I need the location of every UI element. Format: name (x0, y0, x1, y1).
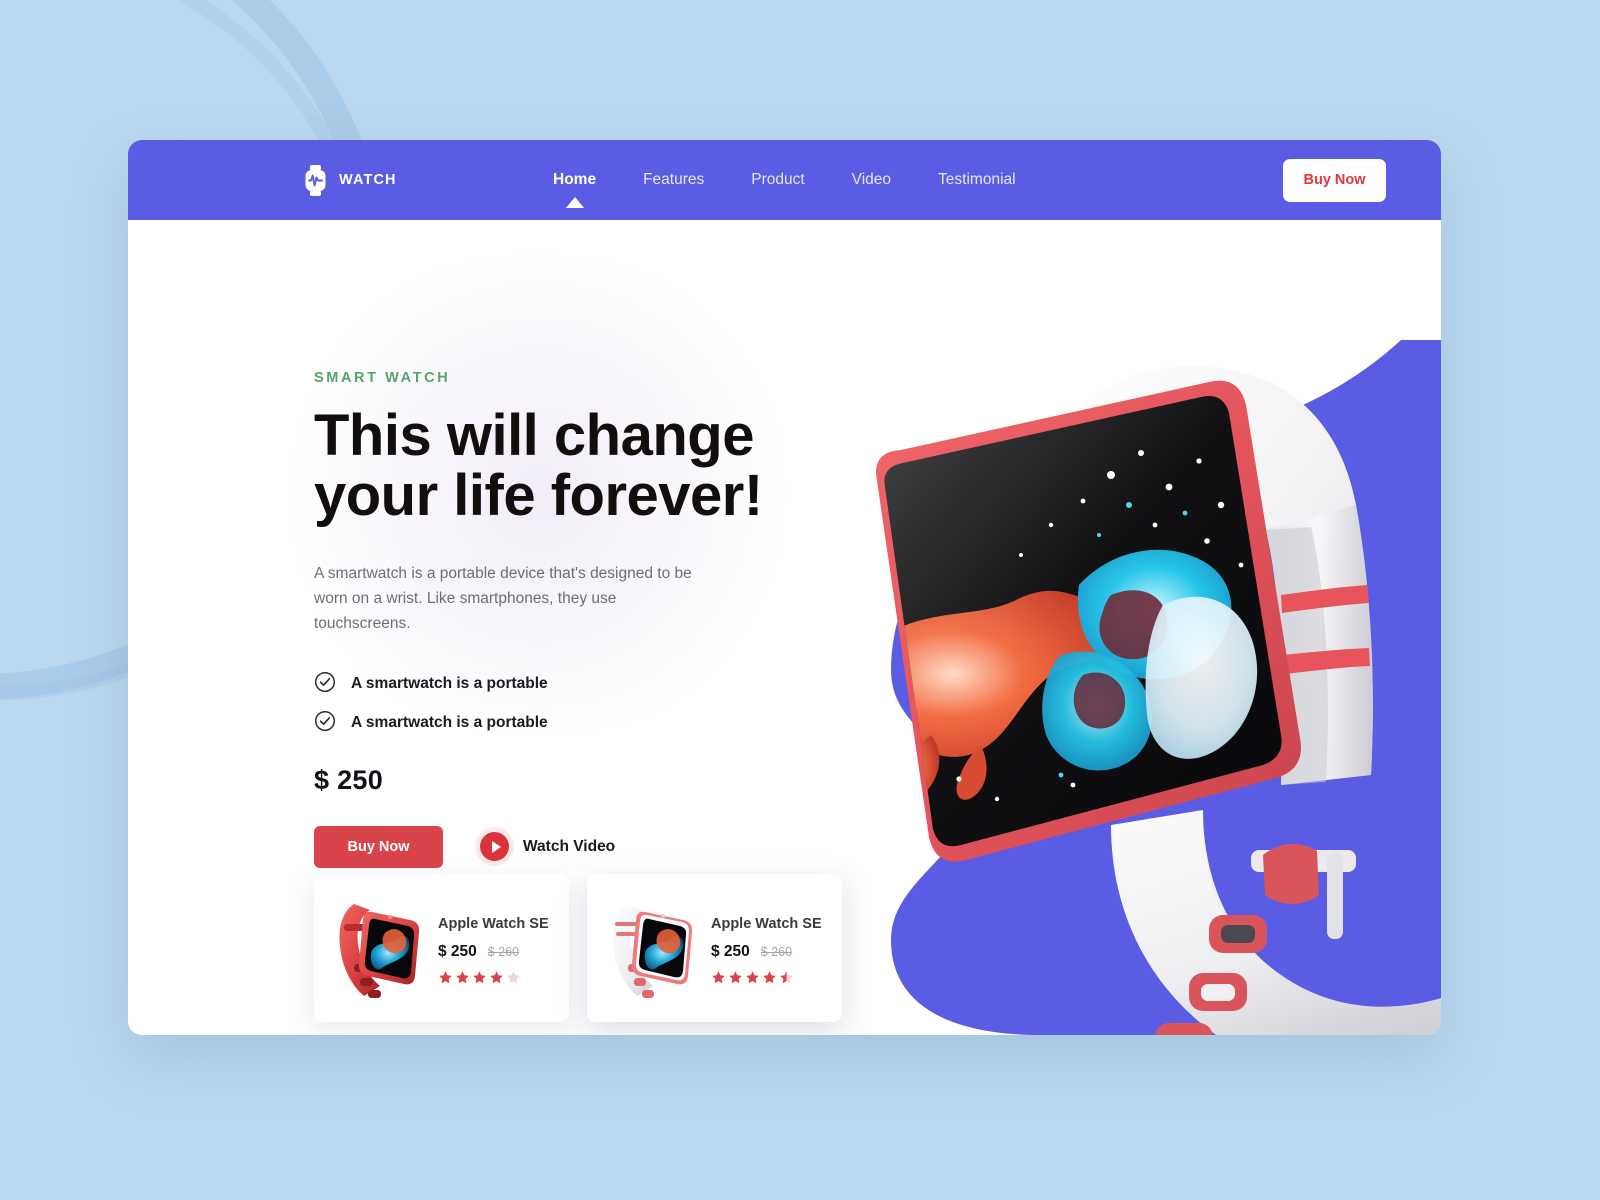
hero-section: SMART WATCH This will change your life f… (128, 220, 1441, 1035)
watch-video-button[interactable]: Watch Video (480, 832, 616, 862)
feature-list: A smartwatch is a portable A smartwatch … (314, 671, 874, 737)
star-icon (473, 971, 486, 984)
watch-pulse-icon (303, 164, 328, 196)
nav-item-features[interactable]: Features (643, 171, 704, 189)
product-rating (438, 970, 549, 985)
headline-line-2: your life forever! (314, 463, 763, 529)
product-old-price: $ 260 (760, 945, 793, 959)
product-card[interactable]: Apple Watch SE $ 250 $ 260 (314, 874, 569, 1022)
product-rating (711, 970, 822, 985)
feature-item: A smartwatch is a portable (314, 671, 874, 698)
hero-watch-image (876, 366, 1441, 1035)
watch-case (876, 380, 1301, 862)
watch-video-label: Watch Video (523, 837, 616, 855)
active-nav-caret-icon (565, 197, 584, 208)
brand-label: WATCH (339, 172, 397, 188)
star-icon (439, 971, 452, 984)
hero-price: $ 250 (314, 764, 384, 795)
hero-eyebrow: SMART WATCH (314, 370, 451, 386)
product-price: $ 250 (438, 943, 477, 960)
star-icon-empty (507, 971, 520, 984)
star-icon (729, 971, 742, 984)
main-nav: Home Features Product Video Testimonial (488, 171, 1283, 208)
feature-item-label: A smartwatch is a portable (351, 714, 548, 732)
star-icon (763, 971, 776, 984)
product-price-row: $ 250 $ 260 (711, 943, 822, 961)
nav-item-product[interactable]: Product (751, 171, 804, 189)
header-buy-now-button[interactable]: Buy Now (1283, 158, 1386, 202)
site-header: WATCH Home Features Product Video Testim… (128, 140, 1441, 220)
check-circle-icon (314, 710, 336, 737)
product-old-price: $ 260 (487, 945, 520, 959)
star-icon-half (780, 971, 793, 984)
headline-line-1: This will change (314, 403, 754, 468)
play-circle-icon (480, 832, 509, 862)
feature-item-label: A smartwatch is a portable (351, 675, 548, 693)
star-icon (456, 971, 469, 984)
hero-paragraph: A smartwatch is a portable device that's… (314, 564, 692, 632)
nav-item-home-label: Home (553, 171, 597, 188)
product-title: Apple Watch SE (438, 916, 549, 932)
star-icon (490, 971, 503, 984)
product-price: $ 250 (711, 943, 750, 960)
product-thumbnail-red-watch (328, 888, 432, 1008)
landing-page-panel: WATCH Home Features Product Video Testim… (128, 140, 1441, 1035)
check-circle-icon (314, 671, 336, 698)
star-icon (746, 971, 759, 984)
page-title: This will change your life forever! (314, 403, 874, 529)
product-price-row: $ 250 $ 260 (438, 943, 549, 961)
hero-cta-row: Buy Now Watch Video (314, 825, 874, 868)
product-thumbnail-white-watch (601, 888, 705, 1008)
nav-item-home[interactable]: Home (553, 171, 597, 208)
nav-item-video[interactable]: Video (852, 171, 891, 189)
product-title: Apple Watch SE (711, 916, 822, 932)
nav-item-testimonial[interactable]: Testimonial (938, 171, 1016, 189)
hero-buy-now-button[interactable]: Buy Now (314, 825, 443, 868)
product-card-info: Apple Watch SE $ 250 $ 260 (438, 911, 549, 985)
product-card-info: Apple Watch SE $ 250 $ 260 (711, 911, 822, 985)
hero-content: SMART WATCH This will change your life f… (314, 370, 874, 868)
brand-logo[interactable]: WATCH (188, 164, 488, 196)
feature-item: A smartwatch is a portable (314, 710, 874, 737)
watch-buckle (1251, 843, 1356, 939)
product-card-list: Apple Watch SE $ 250 $ 260 Apple Watch S… (314, 874, 842, 1022)
product-card[interactable]: Apple Watch SE $ 250 $ 260 (587, 874, 842, 1022)
star-icon (712, 971, 725, 984)
